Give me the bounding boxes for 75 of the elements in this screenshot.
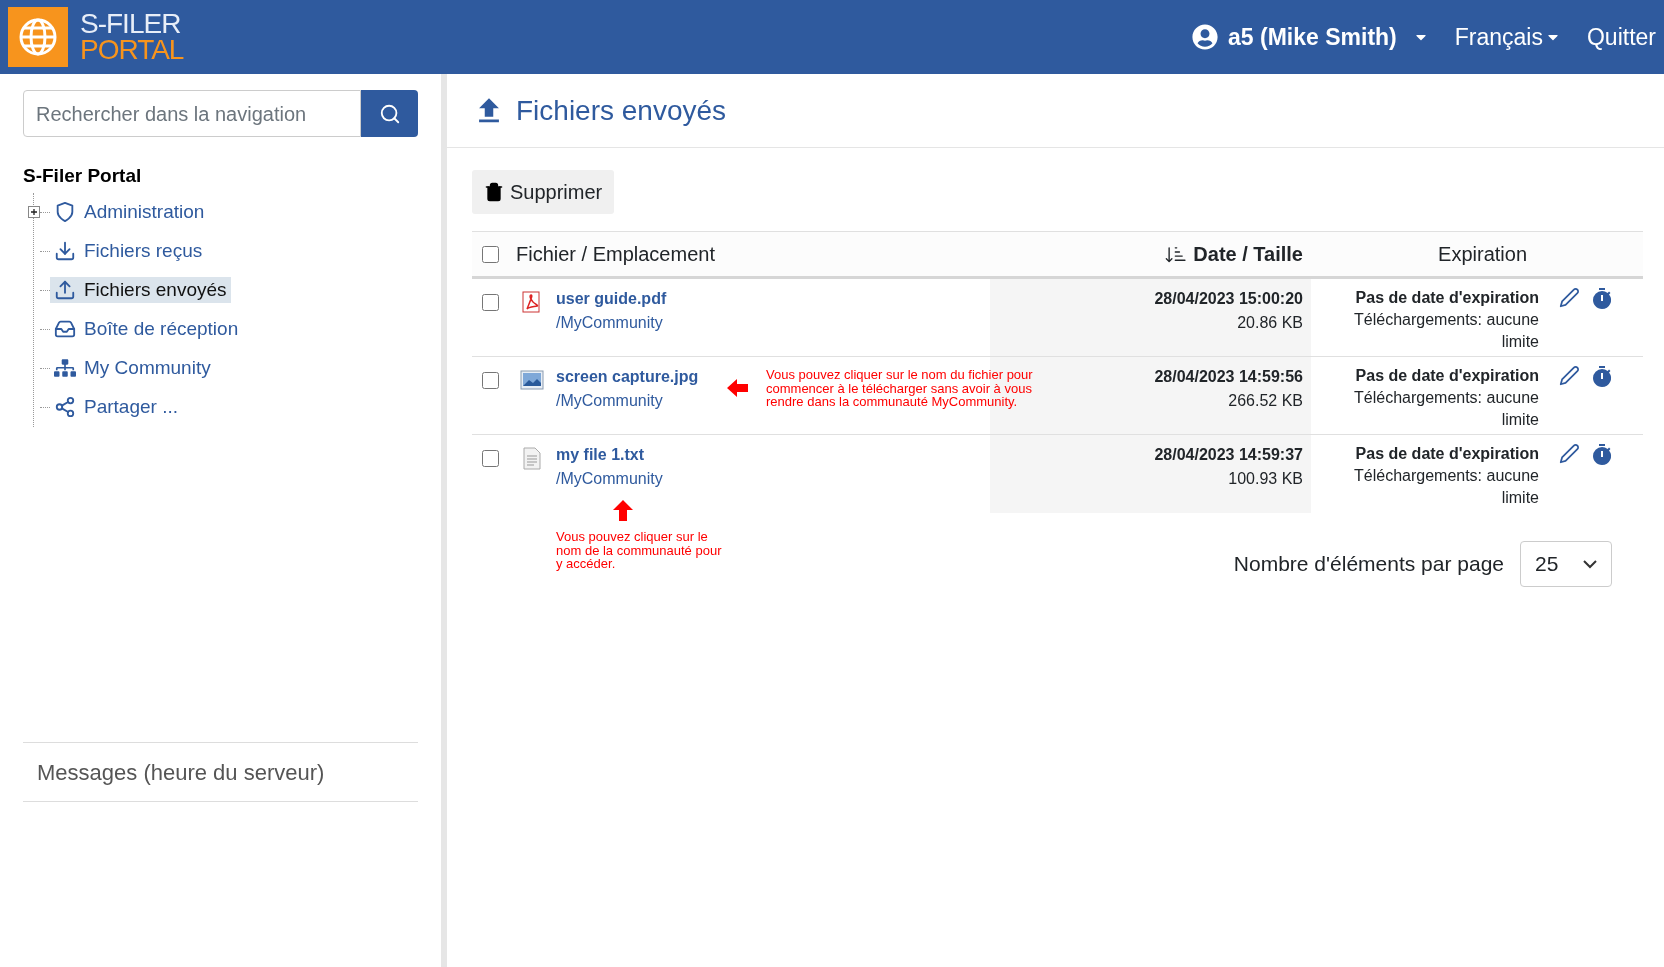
logo-text: S-FILER xyxy=(80,11,182,37)
tree-item[interactable]: Fichiers reçus xyxy=(50,238,207,264)
page-size-label: Nombre d'éléments par page xyxy=(1233,551,1504,578)
delete-button[interactable]: Supprimer xyxy=(472,170,615,214)
timer-button[interactable] xyxy=(1590,365,1614,389)
file-size: 20.86 KB xyxy=(1237,313,1303,333)
expiration-text: Pas de date d'expiration xyxy=(1355,366,1539,386)
page-size-select[interactable]: 25 xyxy=(1520,541,1612,587)
edit-button[interactable] xyxy=(1559,287,1580,308)
download-limit-text: Téléchargements: aucune limite xyxy=(1353,466,1539,508)
edit-button[interactable] xyxy=(1559,365,1580,386)
select-all-checkbox[interactable] xyxy=(481,245,499,263)
file-name-link[interactable]: user guide.pdf xyxy=(556,287,667,311)
timer-button[interactable] xyxy=(1590,443,1614,467)
file-name-link[interactable]: my file 1.txt xyxy=(556,443,645,467)
column-header[interactable]: Expiration xyxy=(1438,239,1527,269)
row-checkbox[interactable] xyxy=(481,372,499,389)
shield-icon xyxy=(54,201,76,223)
globe-logo-icon xyxy=(8,7,68,67)
download-limit-text: Téléchargements: aucune limite xyxy=(1353,310,1539,352)
location-link[interactable]: /MyCommunity xyxy=(556,467,663,491)
tree-item[interactable]: My Community xyxy=(50,355,215,381)
logo-text: PORTAL xyxy=(80,37,184,63)
search-button[interactable] xyxy=(361,90,418,137)
pencil-icon xyxy=(1559,287,1580,308)
text-file-icon xyxy=(522,447,542,471)
page-title: Fichiers envoyés xyxy=(516,93,727,128)
file-size: 100.93 KB xyxy=(1228,469,1303,489)
annotation-text: Vous pouvez cliquer sur le nom de la communauté pour y accéder. xyxy=(556,530,723,571)
expiration-text: Pas de date d'expiration xyxy=(1355,288,1539,308)
timer-button[interactable] xyxy=(1590,287,1614,311)
pencil-icon xyxy=(1559,443,1580,464)
network-icon xyxy=(54,357,76,379)
logout-link[interactable]: Quitter xyxy=(1586,19,1656,55)
file-size: 266.52 KB xyxy=(1228,391,1303,411)
stopwatch-icon xyxy=(1590,287,1614,311)
upload-icon xyxy=(54,279,76,301)
messages-heading: Messages (heure du serveur) xyxy=(37,758,325,787)
chevron-icon xyxy=(1583,559,1597,569)
trash-icon xyxy=(484,182,504,202)
tree-item[interactable]: Boîte de réception xyxy=(50,316,243,342)
pdf-file-icon xyxy=(521,291,543,315)
column-header[interactable]: Date / Taille xyxy=(1165,239,1303,269)
user-icon xyxy=(1192,24,1219,50)
edit-button[interactable] xyxy=(1559,443,1580,464)
stopwatch-icon xyxy=(1590,443,1614,467)
search-icon xyxy=(378,102,401,125)
upload-date: 28/04/2023 14:59:56 xyxy=(1154,367,1303,387)
column-header[interactable]: Fichier / Emplacement xyxy=(516,239,715,269)
file-name-link[interactable]: screen capture.jpg xyxy=(556,365,699,389)
annotation-text: Vous pouvez cliquer sur le nom du fichier pour commencer à le télécharger sans avoir à vous rendre dans la communauté MyCommunity. xyxy=(766,368,1034,409)
upload-date: 28/04/2023 15:00:20 xyxy=(1154,289,1303,309)
tree-item[interactable]: Partager ... xyxy=(50,394,182,420)
language-menu[interactable]: Français xyxy=(1454,19,1561,55)
inbox-icon xyxy=(54,318,76,340)
expiration-text: Pas de date d'expiration xyxy=(1355,444,1539,464)
search-field[interactable]: Rechercher dans la navigation xyxy=(23,90,361,137)
location-link[interactable]: /MyCommunity xyxy=(556,389,663,413)
download-icon xyxy=(54,240,76,262)
row-checkbox[interactable] xyxy=(481,294,499,311)
pencil-icon xyxy=(1559,365,1580,386)
tree-root-label: S-Filer Portal xyxy=(23,164,143,188)
stopwatch-icon xyxy=(1590,365,1614,389)
user-menu[interactable]: a5 (Mike Smith) xyxy=(1192,19,1429,55)
tree-item[interactable]: Fichiers envoyés xyxy=(50,277,231,303)
image-file-icon xyxy=(520,369,544,391)
upload-date: 28/04/2023 14:59:37 xyxy=(1154,445,1303,465)
download-limit-text: Téléchargements: aucune limite xyxy=(1353,388,1539,430)
row-checkbox[interactable] xyxy=(481,450,499,467)
share-icon xyxy=(54,396,76,418)
location-link[interactable]: /MyCommunity xyxy=(556,311,663,335)
tree-item[interactable]: Administration xyxy=(50,199,209,225)
expand-toggle[interactable] xyxy=(28,206,40,218)
arrow-icon xyxy=(613,500,633,521)
arrow-icon xyxy=(727,379,748,398)
